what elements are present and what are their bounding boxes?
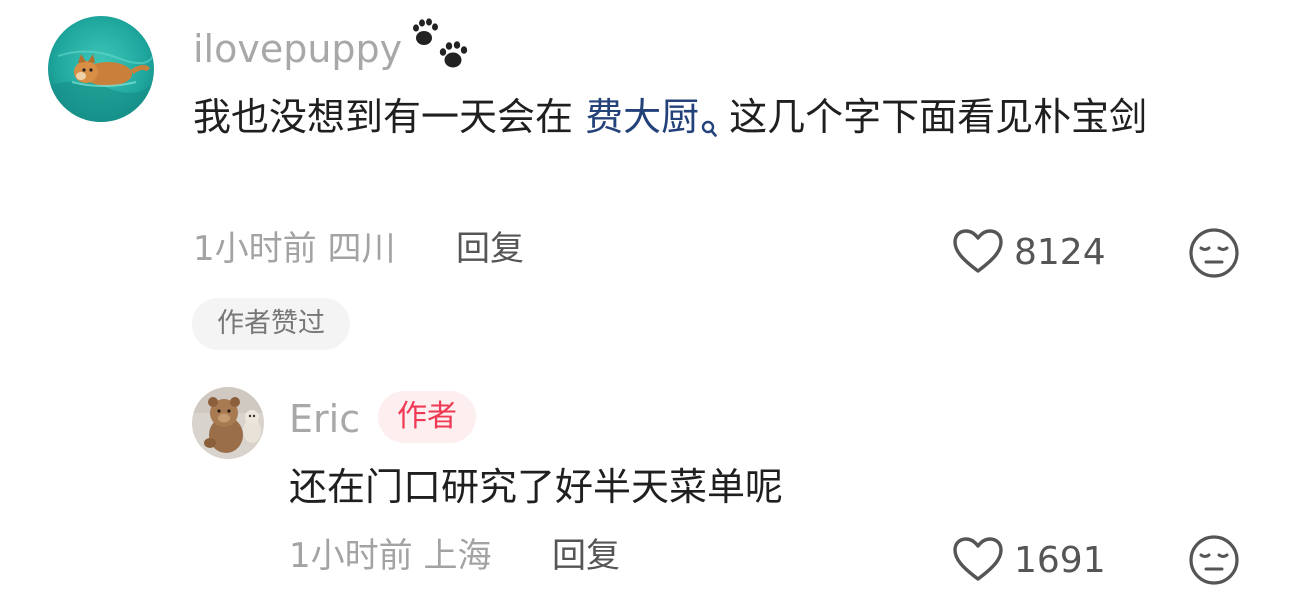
badge-label: 作者	[397, 399, 457, 434]
comment-username[interactable]: ilovepuppy	[193, 30, 402, 68]
like-button[interactable]: 1691	[952, 536, 1106, 586]
timestamp: 1小时前	[193, 229, 317, 269]
username-text[interactable]: Eric	[289, 397, 360, 441]
like-button[interactable]: 8124	[952, 228, 1106, 278]
reply-label[interactable]: 回复	[456, 229, 524, 269]
comment-text: 我也没想到有一天会在 费大厨 这几个字下面看见朴宝剑	[193, 86, 1243, 156]
comment-meta: 1小时前 四川	[193, 232, 395, 266]
reply-avatar[interactable]	[192, 387, 264, 459]
tag-label: 作者赞过	[217, 308, 325, 339]
reply-button[interactable]: 回复	[456, 232, 524, 266]
location: 上海	[423, 536, 492, 576]
comment-text-part: 我也没想到有一天会在	[193, 95, 586, 139]
timestamp: 1小时前	[289, 536, 413, 576]
reply-text: 还在门口研究了好半天菜单呢	[289, 456, 1189, 518]
reply-meta: 1小时前 上海	[289, 539, 491, 573]
location: 四川	[327, 229, 396, 269]
reply-username[interactable]: Eric	[289, 400, 360, 438]
mention-link[interactable]: 费大厨	[585, 95, 729, 139]
author-liked-tag: 作者赞过	[192, 298, 350, 350]
dislike-icon[interactable]	[1188, 227, 1240, 283]
reply-button[interactable]: 回复	[552, 539, 620, 573]
reply-label[interactable]: 回复	[552, 536, 620, 576]
comment-text-part: 这几个字下面看见朴宝剑	[729, 95, 1148, 139]
username-text[interactable]: ilovepuppy	[193, 27, 402, 71]
dislike-icon[interactable]	[1188, 534, 1240, 590]
like-count: 1691	[1014, 540, 1106, 581]
heart-icon[interactable]	[952, 536, 1004, 586]
reply-text-content: 还在门口研究了好半天菜单呢	[289, 465, 784, 509]
mention-text[interactable]: 费大厨	[585, 95, 699, 139]
like-count: 8124	[1014, 232, 1106, 273]
author-badge: 作者	[378, 391, 476, 443]
search-icon[interactable]	[701, 94, 717, 156]
heart-icon[interactable]	[952, 228, 1004, 278]
avatar[interactable]	[48, 16, 154, 122]
paw-icon	[410, 18, 472, 76]
